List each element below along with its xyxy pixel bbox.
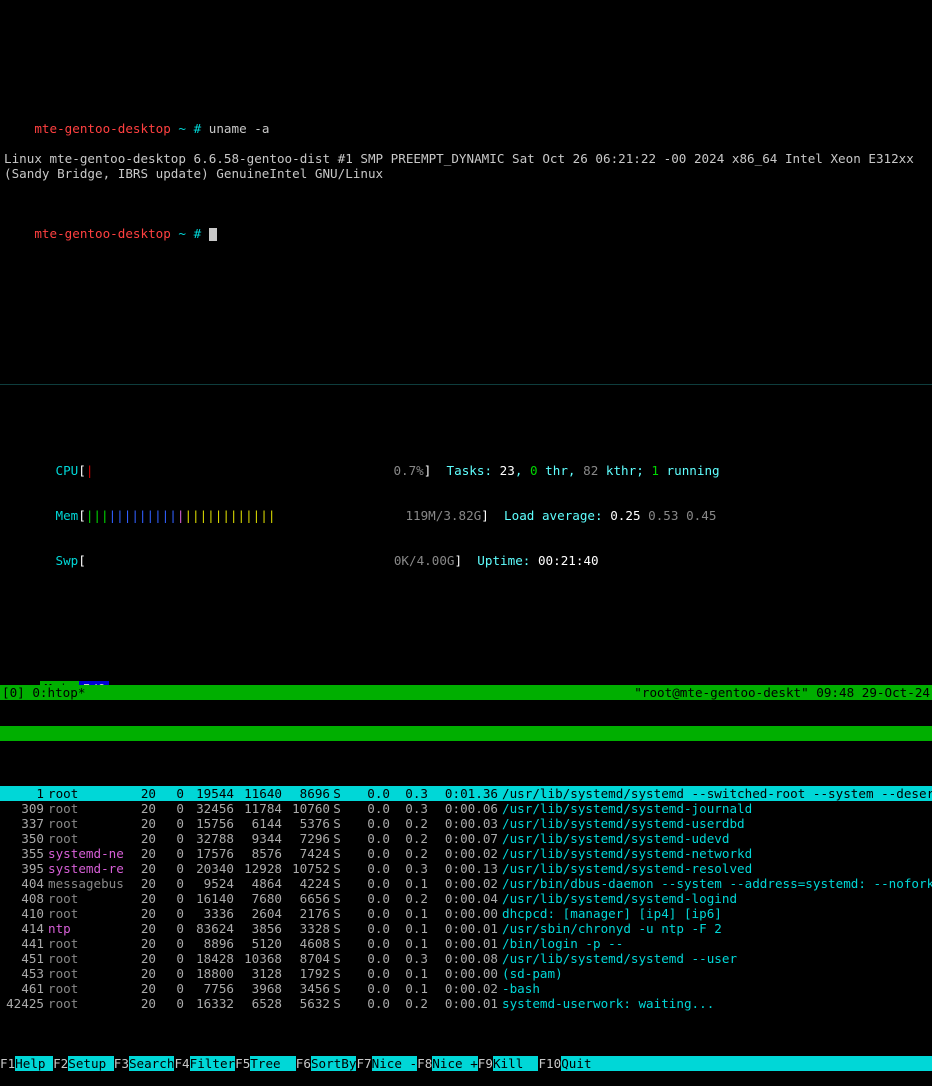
thr-n: 0 bbox=[530, 463, 538, 478]
tmux-status-bar: [0] 0:htop* "root@mte-gentoo-deskt" 09:4… bbox=[0, 685, 932, 700]
htop-pane: CPU[|0.7%] Tasks: 23, 0 thr, 82 kthr; 1 … bbox=[0, 384, 932, 1086]
load1: 0.25 bbox=[610, 508, 640, 523]
hdr-virt[interactable]: VIRT bbox=[214, 741, 264, 756]
fkey-label[interactable]: Nice - bbox=[372, 1056, 418, 1071]
fkey-label[interactable]: Help bbox=[15, 1056, 53, 1071]
fkey-label[interactable]: Nice + bbox=[432, 1056, 478, 1071]
process-row[interactable]: 451root20018428103688704S0.00.30:00.08/u… bbox=[0, 951, 932, 966]
prompt-host-2: mte-gentoo-desktop bbox=[34, 226, 170, 241]
mem-meter-label: Mem bbox=[56, 508, 79, 523]
process-list[interactable]: 1root20019544116408696S0.00.30:01.36/usr… bbox=[0, 786, 932, 1011]
process-row[interactable]: 1root20019544116408696S0.00.30:01.36/usr… bbox=[0, 786, 932, 801]
tasks-label: Tasks: bbox=[447, 463, 493, 478]
fkey-bar[interactable]: F1Help F2Setup F3SearchF4FilterF5Tree F6… bbox=[0, 1056, 932, 1071]
process-row[interactable]: 410root200333626042176S0.00.10:00.00dhcp… bbox=[0, 906, 932, 921]
swp-meter-label: Swp bbox=[56, 553, 79, 568]
process-row[interactable]: 309root200324561178410760S0.00.30:00.06/… bbox=[0, 801, 932, 816]
hdr-time[interactable]: TIME+ bbox=[458, 741, 528, 756]
load3: 0.45 bbox=[686, 508, 716, 523]
prompt-host: mte-gentoo-desktop bbox=[34, 121, 170, 136]
process-row[interactable]: 414ntp2008362438563328S0.00.10:00.01/usr… bbox=[0, 921, 932, 936]
hdr-cpu[interactable]: CPU%▪ bbox=[374, 741, 420, 756]
fkey-num: F8 bbox=[417, 1056, 432, 1071]
hdr-pri[interactable]: PRI bbox=[156, 741, 186, 756]
htop-tabs: MainI/O bbox=[10, 666, 932, 681]
hdr-res[interactable]: RES bbox=[264, 741, 312, 756]
hdr-shr[interactable]: SHR bbox=[312, 741, 360, 756]
kthr-n: 82 bbox=[583, 463, 598, 478]
fkey-label[interactable]: Kill bbox=[493, 1056, 539, 1071]
cursor bbox=[209, 228, 217, 241]
process-row[interactable]: 461root200775639683456S0.00.10:00.02-bas… bbox=[0, 981, 932, 996]
cpu-meter-label: CPU bbox=[56, 463, 79, 478]
fkey-num: F2 bbox=[53, 1056, 68, 1071]
typed-command: uname -a bbox=[209, 121, 270, 136]
cpu-pct: 0.7% bbox=[393, 463, 423, 478]
load2: 0.53 bbox=[648, 508, 678, 523]
status-left: [0] 0:htop* bbox=[2, 685, 85, 700]
hdr-ni[interactable]: NI bbox=[186, 741, 214, 756]
fkey-label[interactable]: Setup bbox=[68, 1056, 114, 1071]
swp-val: 0K/4.00G bbox=[394, 553, 455, 568]
fkey-num: F1 bbox=[0, 1056, 15, 1071]
running-n: 1 bbox=[651, 463, 659, 478]
fkey-num: F5 bbox=[235, 1056, 250, 1071]
fkey-num: F6 bbox=[296, 1056, 311, 1071]
uname-output: Linux mte-gentoo-desktop 6.6.58-gentoo-d… bbox=[4, 151, 928, 181]
uptime-val: 00:21:40 bbox=[538, 553, 599, 568]
prompt-tilde-2: ~ # bbox=[171, 226, 201, 241]
fkey-num: F10 bbox=[538, 1056, 561, 1071]
fkey-num: F4 bbox=[174, 1056, 189, 1071]
uptime-label: Uptime: bbox=[477, 553, 530, 568]
status-right: "root@mte-gentoo-deskt" 09:48 29-Oct-24 bbox=[634, 685, 930, 700]
process-row[interactable]: 337root2001575661445376S0.00.20:00.03/us… bbox=[0, 816, 932, 831]
process-header[interactable]: PIDUSERPRINIVIRTRESSHRS CPU%▪MEM%TIME+Co… bbox=[0, 726, 932, 741]
fkey-label[interactable]: Quit bbox=[561, 1056, 591, 1071]
process-row[interactable]: 453root2001880031281792S0.00.10:00.00(sd… bbox=[0, 966, 932, 981]
hdr-user[interactable]: USER bbox=[74, 741, 156, 756]
fkey-label[interactable]: Tree bbox=[250, 1056, 296, 1071]
process-row[interactable]: 355systemd-ne2001757685767424S0.00.20:00… bbox=[0, 846, 932, 861]
fkey-num: F9 bbox=[478, 1056, 493, 1071]
process-row[interactable]: 395systemd-re200203401292810752S0.00.30:… bbox=[0, 861, 932, 876]
fkey-num: F7 bbox=[356, 1056, 371, 1071]
mem-val: 119M/3.82G bbox=[405, 508, 481, 523]
tasks-n: 23 bbox=[500, 463, 515, 478]
meters: CPU[|0.7%] Tasks: 23, 0 thr, 82 kthr; 1 … bbox=[0, 415, 932, 583]
prompt-tilde: ~ # bbox=[171, 121, 201, 136]
process-row[interactable]: 350root2003278893447296S0.00.20:00.07/us… bbox=[0, 831, 932, 846]
fkey-label[interactable]: Search bbox=[129, 1056, 175, 1071]
process-row[interactable]: 441root200889651204608S0.00.10:00.01/bin… bbox=[0, 936, 932, 951]
process-row[interactable]: 404messagebus200952448644224S0.00.10:00.… bbox=[0, 876, 932, 891]
fkey-label[interactable]: Filter bbox=[190, 1056, 236, 1071]
hdr-pid[interactable]: PID bbox=[30, 741, 74, 756]
hdr-mem[interactable]: MEM% bbox=[420, 741, 458, 756]
fkey-label[interactable]: SortBy bbox=[311, 1056, 357, 1071]
hdr-cmd[interactable]: Command bbox=[528, 741, 585, 756]
process-row[interactable]: 408root2001614076806656S0.00.20:00.04/us… bbox=[0, 891, 932, 906]
hdr-s[interactable]: S bbox=[360, 741, 374, 756]
terminal-output: mte-gentoo-desktop ~ # uname -a Linux mt… bbox=[0, 75, 932, 241]
fkey-num: F3 bbox=[114, 1056, 129, 1071]
load-label: Load average: bbox=[504, 508, 603, 523]
process-row[interactable]: 42425root2001633265285632S0.00.20:00.01s… bbox=[0, 996, 932, 1011]
